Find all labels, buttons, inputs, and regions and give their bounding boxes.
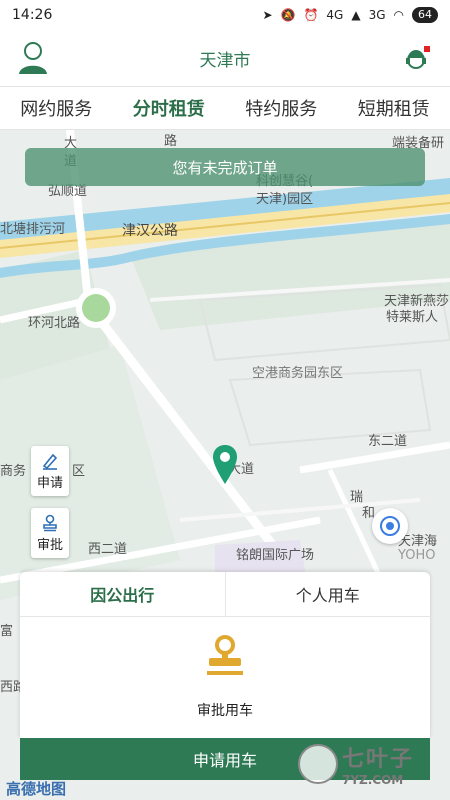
map-label: 铭朗国际广场 — [236, 548, 315, 563]
tab-personal-use[interactable]: 个人用车 — [226, 572, 431, 616]
tab-short-term-rental[interactable]: 短期租赁 — [338, 87, 450, 129]
site-watermark: 七叶子 7YZ.COM — [298, 740, 440, 788]
customer-service-icon[interactable] — [402, 44, 432, 74]
apply-side-label: 申请 — [36, 475, 63, 491]
locate-me-button[interactable] — [372, 508, 408, 544]
pen-icon — [42, 453, 58, 470]
tab-special-service[interactable]: 特约服务 — [225, 87, 338, 129]
map-label: 西二道 — [88, 542, 128, 557]
approve-side-label: 审批 — [36, 537, 63, 553]
approval-stamp-icon — [207, 635, 243, 675]
app-header: 天津市 — [0, 30, 450, 86]
map-label: 路 — [164, 134, 178, 149]
map-label: 东二道 — [368, 434, 408, 449]
booking-card: 因公出行 个人用车 审批用车 — [20, 572, 430, 738]
city-title[interactable]: 天津市 — [200, 46, 251, 71]
card-tabs: 因公出行 个人用车 — [20, 572, 430, 617]
map-label: 空港商务园东区 — [252, 366, 344, 381]
approval-label: 审批用车 — [197, 703, 253, 719]
watermark-big: 七叶子 — [342, 747, 415, 772]
approval-section[interactable]: 审批用车 — [20, 634, 430, 720]
stamp-icon — [43, 514, 57, 531]
status-bar: 14:26 ➤ 🔕 ⏰ 4G ▲ 3G ◠ 64 — [0, 0, 450, 30]
map-label: 天津)园区 — [256, 192, 314, 207]
tab-ride-hailing[interactable]: 网约服务 — [0, 87, 113, 129]
signal-3g: 3G — [368, 8, 386, 22]
map-provider-logo: 高德地图 — [6, 780, 67, 798]
map-label: 商务 — [0, 464, 27, 479]
approve-side-button[interactable]: 审批 — [31, 508, 69, 558]
watermark-text: 七叶子 7YZ.COM — [342, 741, 414, 787]
alarm-icon: ⏰ — [303, 8, 319, 22]
map-label: 北塘排污河 — [0, 222, 66, 237]
map-label: 环河北路 — [28, 316, 81, 331]
wifi-icon: ◠ — [393, 8, 404, 22]
location-pin-icon[interactable] — [212, 444, 238, 486]
tab-business-trip[interactable]: 因公出行 — [20, 572, 226, 616]
watermark-small: 7YZ.COM — [342, 773, 404, 787]
status-icons: ➤ 🔕 ⏰ 4G ▲ 3G ◠ 64 — [262, 7, 438, 23]
tab-time-share-rental[interactable]: 分时租赁 — [113, 87, 226, 129]
map-label: YOHO — [398, 548, 436, 563]
mute-icon: 🔕 — [280, 8, 296, 22]
signal-4g: 4G — [326, 8, 344, 22]
map-label: 区 — [72, 464, 86, 479]
unfinished-order-banner[interactable]: 您有未完成订单 — [25, 148, 425, 186]
map-label: 津汉公路 — [122, 223, 178, 239]
service-tabs: 网约服务 分时租赁 特约服务 短期租赁 — [0, 86, 450, 130]
apply-side-button[interactable]: 申请 — [31, 446, 69, 496]
watermark-leaf-icon — [298, 744, 338, 784]
map-label: 富 — [0, 624, 14, 639]
map-label: 特莱斯人 — [386, 310, 439, 325]
navigation-arrow-icon: ➤ — [262, 8, 273, 22]
battery-indicator: 64 — [412, 7, 438, 23]
signal-icon: ▲ — [351, 8, 361, 22]
status-time: 14:26 — [12, 7, 53, 23]
crosshair-icon — [380, 516, 400, 536]
user-avatar-icon[interactable] — [16, 40, 50, 76]
